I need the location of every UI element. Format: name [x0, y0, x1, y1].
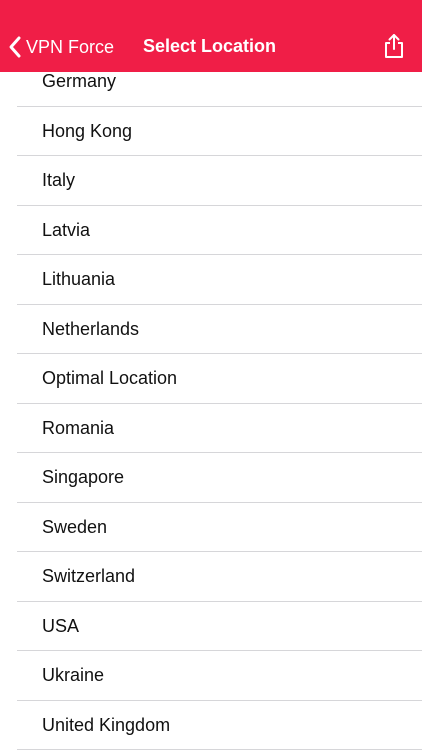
location-label: United Kingdom — [42, 714, 171, 735]
location-row-sweden[interactable]: Sweden — [0, 503, 422, 553]
location-label: Switzerland — [42, 566, 136, 587]
share-icon — [382, 33, 406, 59]
location-row-singapore[interactable]: Singapore — [0, 453, 422, 503]
location-label: Singapore — [42, 467, 125, 488]
location-label: Netherlands — [42, 318, 140, 339]
location-row-romania[interactable]: Romania — [0, 404, 422, 454]
page-title: Select Location — [143, 36, 277, 56]
location-label: Hong Kong — [42, 120, 133, 141]
location-row-usa[interactable]: USA — [0, 602, 422, 652]
location-label: USA — [42, 615, 80, 636]
location-row-optimal-location[interactable]: Optimal Location — [0, 354, 422, 404]
location-label: Ukraine — [42, 665, 105, 686]
location-row-hong-kong[interactable]: Hong Kong — [0, 107, 422, 157]
location-label: Optimal Location — [42, 368, 178, 389]
location-label: Italy — [42, 170, 76, 191]
location-row-switzerland[interactable]: Switzerland — [0, 552, 422, 602]
location-label: Lithuania — [42, 269, 116, 290]
location-label: Romania — [42, 417, 115, 438]
location-row-united-kingdom[interactable]: United Kingdom — [0, 701, 422, 750]
location-label: Sweden — [42, 516, 108, 537]
location-row-lithuania[interactable]: Lithuania — [0, 255, 422, 305]
back-button[interactable]: VPN Force — [8, 33, 114, 61]
location-row-netherlands[interactable]: Netherlands — [0, 305, 422, 355]
back-button-label: VPN Force — [26, 36, 115, 57]
chevron-left-icon — [8, 35, 22, 59]
location-row-italy[interactable]: Italy — [0, 156, 422, 206]
navigation-bar: VPN Force Select Location — [0, 0, 422, 72]
location-label: Latvia — [42, 219, 91, 240]
location-list: Germany Hong Kong Italy Latvia Lithuania… — [0, 57, 422, 750]
location-row-latvia[interactable]: Latvia — [0, 206, 422, 256]
share-button[interactable] — [382, 33, 406, 59]
select-location-screen: Germany Hong Kong Italy Latvia Lithuania… — [0, 0, 422, 750]
location-label: Germany — [42, 71, 117, 92]
location-row-ukraine[interactable]: Ukraine — [0, 651, 422, 701]
